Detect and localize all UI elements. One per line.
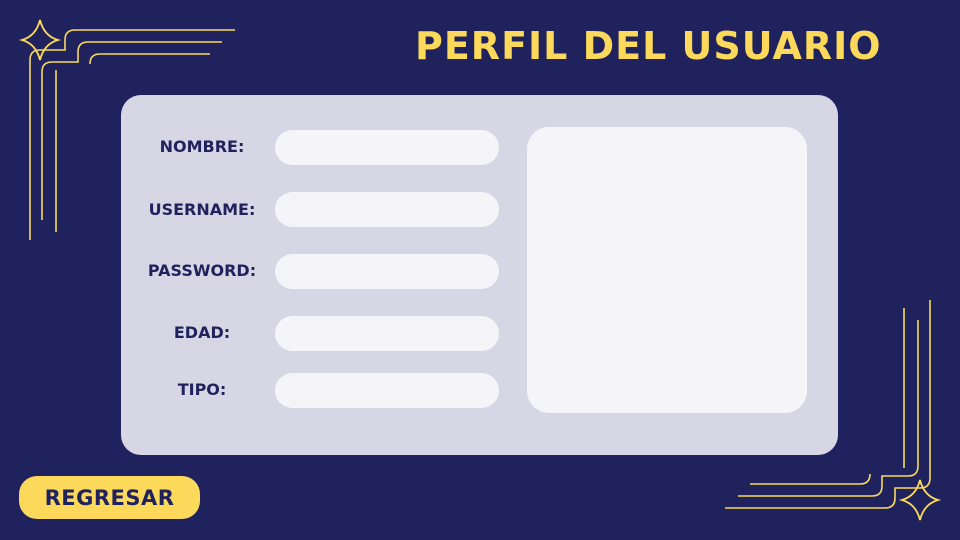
field-label-password: PASSWORD: — [147, 261, 257, 280]
back-button[interactable]: REGRESAR — [19, 476, 200, 519]
field-label-nombre: NOMBRE: — [159, 137, 245, 156]
username-field[interactable] — [275, 192, 499, 227]
sparkle-icon — [18, 19, 62, 61]
field-label-edad: EDAD: — [173, 323, 231, 342]
field-label-username: USERNAME: — [148, 200, 256, 219]
tipo-field[interactable] — [275, 373, 499, 408]
sparkle-icon — [898, 479, 942, 521]
nombre-field[interactable] — [275, 130, 499, 165]
page-title: PERFIL DEL USUARIO — [415, 24, 882, 68]
field-label-tipo: TIPO: — [177, 380, 227, 399]
profile-card: NOMBRE: USERNAME: PASSWORD: EDAD: TIPO: — [121, 95, 838, 455]
password-field[interactable] — [275, 254, 499, 289]
edad-field[interactable] — [275, 316, 499, 351]
profile-photo-placeholder[interactable] — [527, 127, 807, 413]
